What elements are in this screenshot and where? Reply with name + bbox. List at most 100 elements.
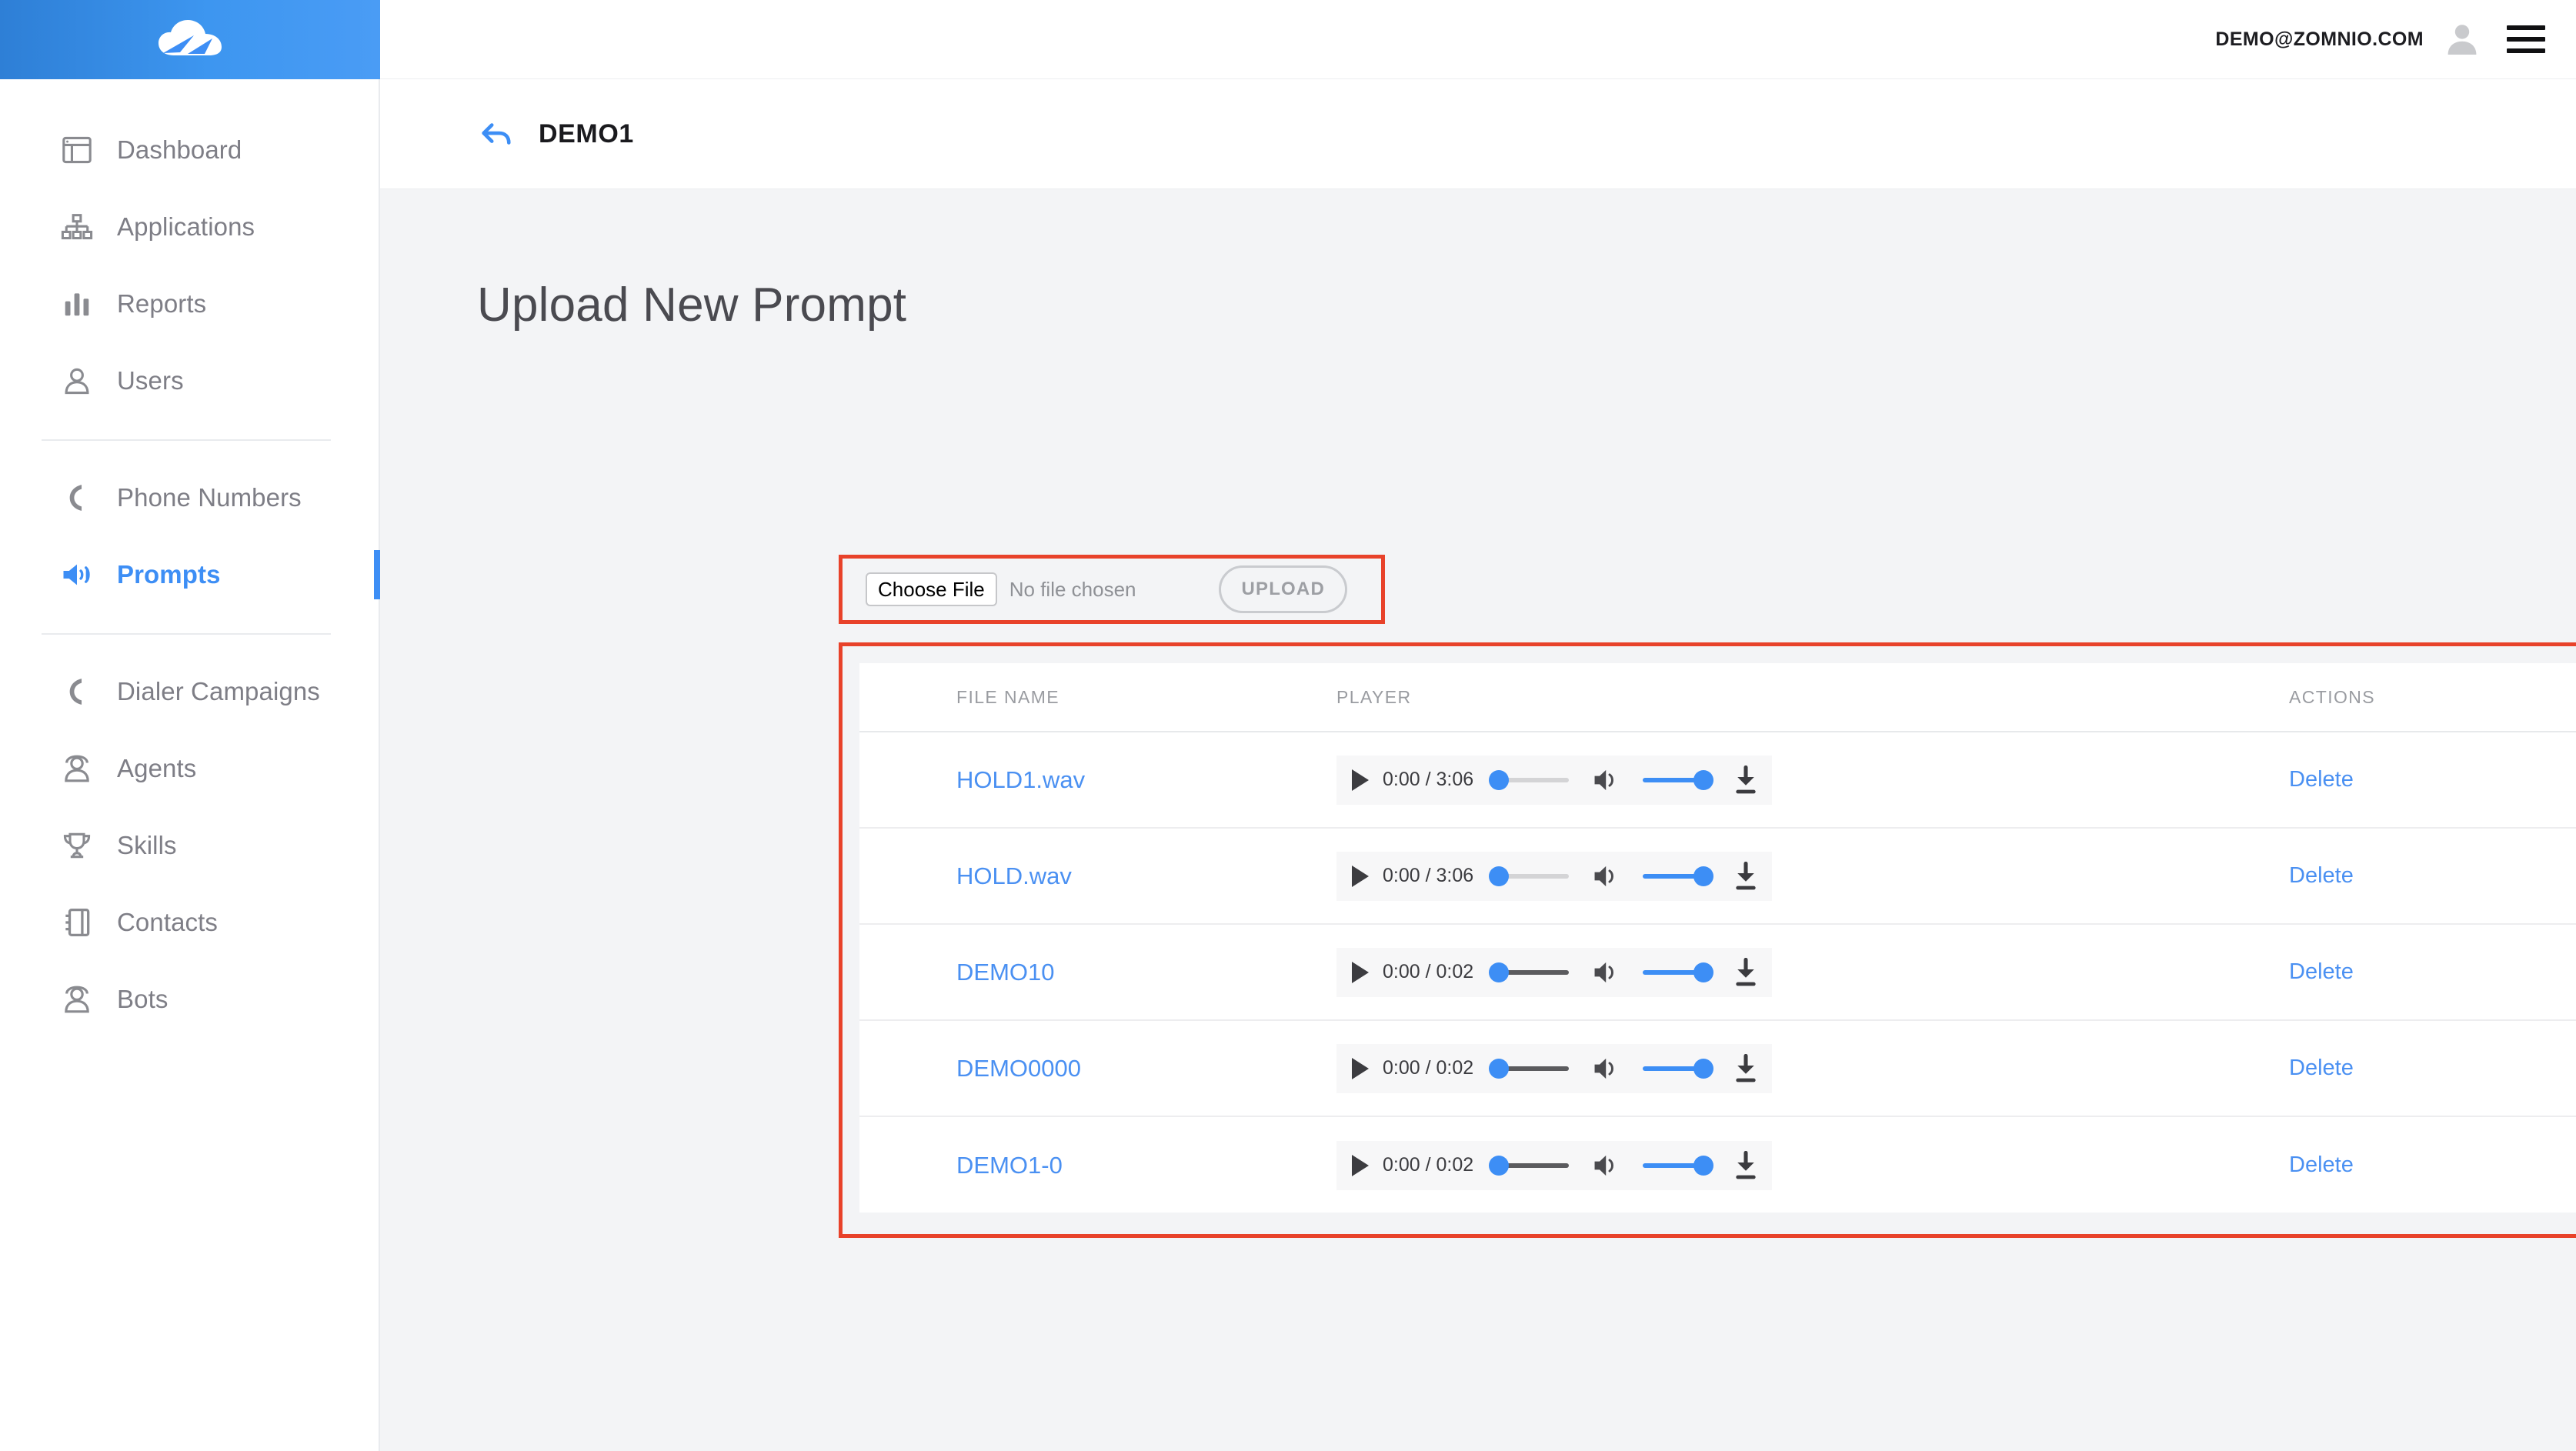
- cell-player: 0:00 / 0:02: [1336, 1043, 2260, 1093]
- volume-knob[interactable]: [1693, 1155, 1714, 1176]
- file-name-link[interactable]: HOLD1.wav: [956, 766, 1085, 793]
- avatar[interactable]: [2444, 21, 2481, 58]
- volume-icon[interactable]: [1592, 863, 1621, 889]
- sidebar-item-prompts[interactable]: Prompts: [0, 536, 380, 613]
- cell-player: 0:00 / 3:06: [1336, 755, 2260, 805]
- volume-icon[interactable]: [1592, 1152, 1621, 1179]
- volume-slider[interactable]: [1643, 866, 1714, 886]
- delete-link[interactable]: Delete: [2289, 959, 2354, 984]
- table-row: DEMO1-0 0:00 / 0:02 Delete: [859, 1117, 2576, 1213]
- section-title: Upload New Prompt: [477, 279, 907, 332]
- sidebar-item-skills[interactable]: Skills: [0, 807, 379, 884]
- seek-slider[interactable]: [1489, 1155, 1570, 1176]
- cell-file-name: DEMO1-0: [859, 1152, 1336, 1179]
- file-name-link[interactable]: DEMO1-0: [956, 1152, 1063, 1179]
- volume-knob[interactable]: [1693, 962, 1714, 982]
- table-row: DEMO10 0:00 / 0:02 Delete: [859, 925, 2576, 1021]
- choose-file-button[interactable]: Choose File: [866, 572, 997, 606]
- seek-slider[interactable]: [1489, 962, 1570, 982]
- table-row: HOLD1.wav 0:00 / 3:06 Delete: [859, 732, 2576, 829]
- audio-player: 0:00 / 3:06: [1336, 851, 1773, 901]
- file-name-link[interactable]: HOLD.wav: [956, 862, 1072, 889]
- delete-link[interactable]: Delete: [2289, 767, 2354, 792]
- hamburger-menu-icon[interactable]: [2507, 25, 2545, 53]
- volume-slider[interactable]: [1643, 962, 1714, 982]
- play-icon[interactable]: [1352, 865, 1369, 887]
- play-icon[interactable]: [1352, 961, 1369, 983]
- seek-knob[interactable]: [1489, 1058, 1510, 1079]
- cell-file-name: HOLD1.wav: [859, 766, 1336, 794]
- table-body: HOLD1.wav 0:00 / 3:06 Delete HOLD.wav 0:…: [859, 732, 2576, 1213]
- phone-icon: [60, 481, 94, 515]
- player-time: 0:00 / 3:06: [1383, 865, 1474, 886]
- sidebar-item-bots[interactable]: Bots: [0, 961, 379, 1038]
- download-icon[interactable]: [1733, 1053, 1758, 1083]
- agent-icon: [60, 752, 94, 786]
- sidebar-item-users[interactable]: Users: [0, 342, 379, 419]
- volume-knob[interactable]: [1693, 1058, 1714, 1079]
- upload-button[interactable]: UPLOAD: [1219, 565, 1347, 613]
- delete-link[interactable]: Delete: [2289, 863, 2354, 888]
- volume-icon[interactable]: [1592, 959, 1621, 986]
- play-icon[interactable]: [1352, 769, 1369, 791]
- prompts-table: FILE NAME PLAYER ACTIONS HOLD1.wav 0:00 …: [859, 663, 2576, 1213]
- seek-slider[interactable]: [1489, 769, 1570, 790]
- play-icon[interactable]: [1352, 1057, 1369, 1079]
- volume-icon[interactable]: [1592, 767, 1621, 793]
- volume-knob[interactable]: [1693, 866, 1714, 886]
- download-icon[interactable]: [1733, 765, 1758, 795]
- volume-slider[interactable]: [1643, 1155, 1714, 1176]
- sidebar-item-dialer-campaigns[interactable]: Dialer Campaigns: [0, 653, 379, 730]
- table-row: HOLD.wav 0:00 / 3:06 Delete: [859, 829, 2576, 925]
- cell-actions: Delete: [2260, 1152, 2576, 1178]
- upload-row: Choose File No file chosen UPLOAD: [843, 559, 1381, 620]
- volume-icon[interactable]: [1592, 1056, 1621, 1082]
- cell-file-name: DEMO0000: [859, 1055, 1336, 1082]
- file-name-link[interactable]: DEMO10: [956, 959, 1054, 986]
- column-header-actions: ACTIONS: [2289, 686, 2376, 707]
- sidebar-item-label: Agents: [117, 754, 197, 782]
- sidebar-item-reports[interactable]: Reports: [0, 265, 379, 342]
- app-root: Dashboard Applications Reports Users Pho…: [0, 0, 2576, 1451]
- table-header-row: FILE NAME PLAYER ACTIONS: [859, 663, 2576, 732]
- volume-slider[interactable]: [1643, 1058, 1714, 1079]
- cell-actions: Delete: [2260, 1056, 2576, 1081]
- volume-slider[interactable]: [1643, 769, 1714, 790]
- sidebar-item-agents[interactable]: Agents: [0, 730, 379, 807]
- seek-slider[interactable]: [1489, 866, 1570, 886]
- cell-actions: Delete: [2260, 767, 2576, 792]
- seek-knob[interactable]: [1489, 1155, 1510, 1176]
- player-time: 0:00 / 0:02: [1383, 1154, 1474, 1176]
- file-name-link[interactable]: DEMO0000: [956, 1055, 1081, 1082]
- seek-slider[interactable]: [1489, 1058, 1570, 1079]
- delete-link[interactable]: Delete: [2289, 1152, 2354, 1177]
- download-icon[interactable]: [1733, 1150, 1758, 1180]
- sidebar-item-label: Skills: [117, 831, 177, 859]
- player-time: 0:00 / 0:02: [1383, 961, 1474, 982]
- back-arrow-icon[interactable]: [479, 116, 514, 152]
- sidebar-item-label: Bots: [117, 985, 169, 1013]
- column-header-player: PLAYER: [1336, 686, 1412, 707]
- sidebar-item-phone-numbers[interactable]: Phone Numbers: [0, 459, 379, 536]
- audio-player: 0:00 / 0:02: [1336, 1043, 1773, 1093]
- sidebar-item-label: Prompts: [117, 560, 221, 589]
- seek-knob[interactable]: [1489, 962, 1510, 982]
- sitemap-icon: [60, 210, 94, 244]
- no-file-chosen-label: No file chosen: [1009, 577, 1136, 601]
- seek-knob[interactable]: [1489, 769, 1510, 790]
- sidebar-item-dashboard[interactable]: Dashboard: [0, 112, 379, 188]
- play-icon[interactable]: [1352, 1154, 1369, 1176]
- sidebar-item-label: Applications: [117, 212, 255, 241]
- sidebar-item-contacts[interactable]: Contacts: [0, 884, 379, 961]
- player-time: 0:00 / 0:02: [1383, 1057, 1474, 1079]
- volume-knob[interactable]: [1693, 769, 1714, 790]
- active-indicator: [374, 550, 380, 599]
- download-icon[interactable]: [1733, 861, 1758, 891]
- column-header-file-name: FILE NAME: [956, 686, 1060, 707]
- sidebar-item-applications[interactable]: Applications: [0, 188, 379, 265]
- seek-knob[interactable]: [1489, 866, 1510, 886]
- contacts-icon: [60, 906, 94, 939]
- sidebar-item-label: Dashboard: [117, 135, 242, 164]
- download-icon[interactable]: [1733, 957, 1758, 987]
- delete-link[interactable]: Delete: [2289, 1056, 2354, 1080]
